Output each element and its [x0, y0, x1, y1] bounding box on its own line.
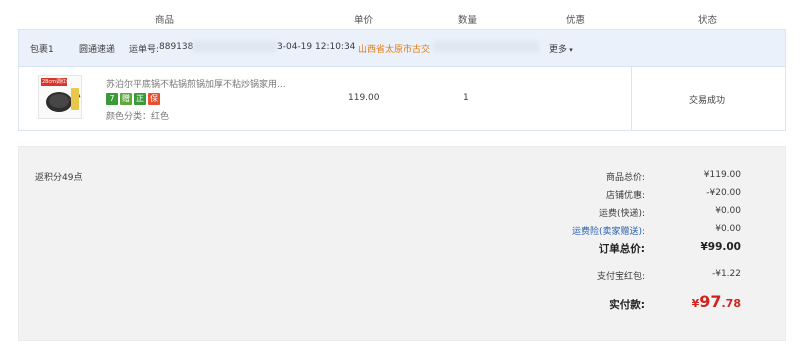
points-reward: 返积分49点: [35, 173, 83, 183]
service-tags: 7赠正保: [106, 93, 162, 106]
tracking-number[interactable]: 889138: [159, 42, 193, 52]
more-label: 更多: [549, 45, 568, 55]
more-link[interactable]: 更多 ▾: [549, 42, 573, 55]
column-divider: [631, 67, 632, 130]
store-discount-label: 店铺优惠:: [605, 191, 645, 201]
header-unit-price: 单价: [354, 15, 374, 26]
carrier-name: 圆通速递: [79, 45, 116, 55]
shipping-insurance-value: ¥0.00: [715, 224, 741, 234]
logistics-time: 3-04-19 12:10:34: [277, 42, 356, 52]
alipay-redpacket-label: 支付宝红包:: [596, 272, 645, 282]
paid-amount: ¥97.78: [631, 292, 741, 311]
order-item-row: 28cm调红色 苏泊尔平底锅不粘锅煎锅加厚不粘炒锅家用... 7赠正保 颜色分类…: [19, 67, 785, 130]
header-status: 状态: [698, 15, 718, 26]
order-status: 交易成功: [689, 96, 726, 106]
paid-label: 实付款:: [609, 299, 645, 311]
package-bar: 包裹1 圆通速递 运单号: 889138 3-04-19 12:10:34 山西…: [19, 30, 785, 67]
product-variant: 颜色分类：红色: [106, 112, 170, 122]
shipping-label: 运费(快递):: [598, 209, 645, 219]
product-title[interactable]: 苏泊尔平底锅不粘锅煎锅加厚不粘炒锅家用...: [106, 77, 286, 90]
redacted-address: [433, 41, 539, 52]
shipping-insurance-link[interactable]: 运费险(卖家赠送):: [485, 224, 645, 237]
payment-summary: 返积分49点 商品总价: ¥119.00 店铺优惠: -¥20.00 运费(快递…: [18, 146, 786, 341]
table-header: 商品 单价 数量 优惠 状态: [18, 8, 786, 28]
alipay-redpacket-value: -¥1.22: [711, 269, 741, 279]
item-price: 119.00: [348, 93, 380, 103]
order-card: 包裹1 圆通速递 运单号: 889138 3-04-19 12:10:34 山西…: [18, 29, 786, 131]
tracking-label: 运单号:: [129, 45, 160, 55]
store-discount-value: -¥20.00: [706, 188, 741, 198]
tag-genuine-icon[interactable]: 正: [134, 93, 146, 105]
shipping-value: ¥0.00: [715, 206, 741, 216]
order-total-value: ¥99.00: [700, 241, 741, 253]
goods-total-label: 商品总价:: [605, 173, 645, 183]
tag-gift-icon[interactable]: 赠: [120, 93, 132, 105]
paid-decimal: .78: [721, 297, 742, 310]
paid-main: 97: [699, 292, 722, 311]
order-total-label: 订单总价:: [598, 243, 645, 255]
header-discount: 优惠: [566, 15, 586, 26]
item-quantity: 1: [463, 93, 469, 103]
goods-total-value: ¥119.00: [703, 170, 741, 180]
redacted-tracking: [193, 41, 277, 52]
logistics-address: 山西省太原市古交: [358, 45, 431, 55]
thumbnail-caption: 28cm调红色: [42, 79, 71, 85]
header-quantity: 数量: [458, 15, 478, 26]
tag-7day-icon[interactable]: 7: [106, 93, 118, 105]
chevron-down-icon: ▾: [567, 46, 573, 54]
package-label: 包裹1: [30, 45, 54, 55]
tag-guarantee-icon[interactable]: 保: [148, 93, 160, 105]
product-thumbnail[interactable]: 28cm调红色: [38, 75, 82, 119]
header-product: 商品: [155, 15, 175, 26]
